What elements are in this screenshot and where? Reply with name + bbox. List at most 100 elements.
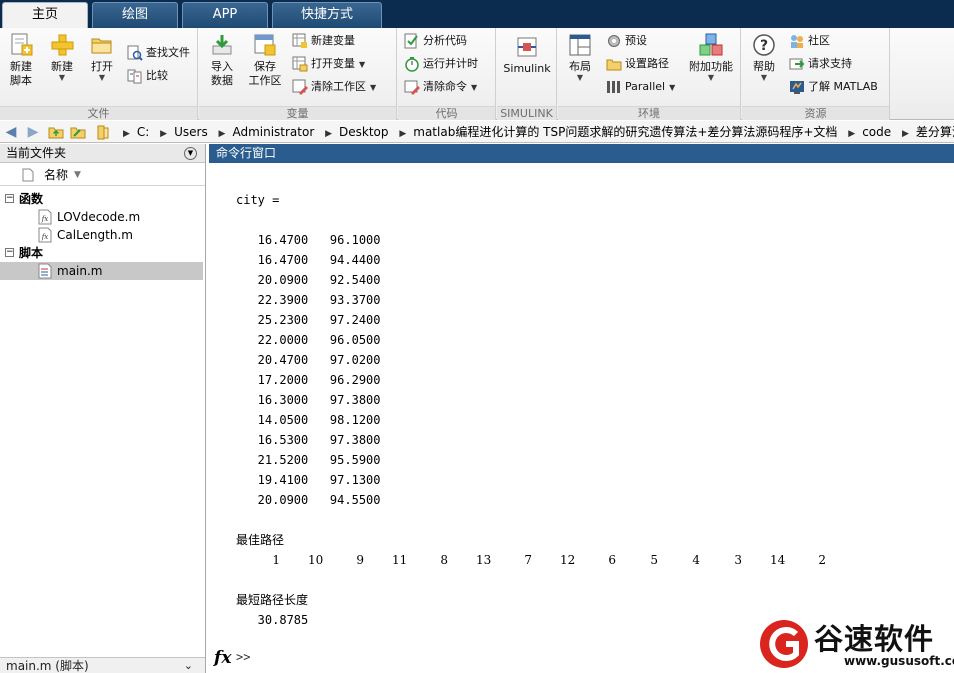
function-browser-icon[interactable]: fx bbox=[214, 648, 231, 668]
addons-label: 附加功能 bbox=[689, 60, 733, 73]
addons-button[interactable]: 附加功能 ▼ bbox=[685, 32, 737, 82]
details-bar[interactable]: main.m (脚本) ⌄ bbox=[0, 657, 205, 673]
chevron-down-icon: ▼ bbox=[359, 60, 366, 69]
name-column-header[interactable]: 名称 ▼ bbox=[0, 164, 205, 186]
environment-group-label: 环境 bbox=[558, 106, 740, 120]
import-label-1: 导入 bbox=[211, 60, 233, 73]
clear-commands-label: 清除命令 bbox=[423, 80, 467, 93]
collapse-icon[interactable]: − bbox=[5, 248, 14, 257]
output-matrix-row: 20.0900 94.5500 bbox=[236, 493, 381, 507]
new-button[interactable]: 新建 ▼ bbox=[44, 32, 80, 82]
stopwatch-icon bbox=[405, 57, 419, 72]
breadcrumb-separator: ▶ bbox=[399, 129, 407, 139]
clear-commands-icon bbox=[404, 80, 420, 95]
route-node: 3 bbox=[734, 553, 742, 567]
breadcrumb-item[interactable]: Users bbox=[174, 125, 208, 139]
folder-open-icon bbox=[91, 38, 112, 54]
tab-plots[interactable]: 绘图 bbox=[92, 2, 178, 28]
layout-icon bbox=[569, 34, 591, 56]
open-button[interactable]: 打开 ▼ bbox=[84, 32, 120, 82]
folder-path-icon bbox=[606, 59, 622, 71]
route-node: 9 bbox=[356, 553, 364, 567]
output-best-route: 1 10 9 11 8 13 7 12 6 5 4 3 14 2 bbox=[236, 550, 826, 570]
parallel-button[interactable]: Parallel ▼ bbox=[606, 77, 675, 97]
output-matrix-row: 21.5200 95.5900 bbox=[236, 453, 381, 467]
simulink-icon bbox=[517, 37, 537, 57]
tab-shortcuts[interactable]: 快捷方式 bbox=[272, 2, 382, 28]
up-folder-icon[interactable] bbox=[48, 124, 64, 140]
preferences-button[interactable]: 预设 bbox=[606, 31, 647, 51]
learn-matlab-label: 了解 MATLAB bbox=[808, 80, 878, 93]
file-name: CalLength.m bbox=[57, 228, 133, 242]
current-folder-title: 当前文件夹 bbox=[6, 146, 67, 160]
prompt-symbol: >> bbox=[236, 650, 251, 664]
current-folder-panel: 当前文件夹 ▼ 名称 ▼ − 函数 fx LOVdecode.m fx CalL… bbox=[0, 144, 206, 673]
chevron-down-icon[interactable]: ⌄ bbox=[184, 658, 193, 673]
save-workspace-icon bbox=[254, 34, 276, 56]
output-shortest-value: 30.8785 bbox=[236, 613, 309, 627]
breadcrumb-item[interactable]: 差分算法 bbox=[916, 125, 954, 139]
plus-icon bbox=[51, 34, 74, 56]
file-item[interactable]: fx CalLength.m bbox=[0, 226, 203, 244]
new-script-label-1: 新建 bbox=[10, 60, 32, 73]
output-matrix-row: 19.4100 97.1300 bbox=[236, 473, 381, 487]
clear-commands-button[interactable]: 清除命令 ▼ bbox=[404, 77, 477, 97]
find-files-label: 查找文件 bbox=[146, 46, 190, 59]
new-label: 新建 bbox=[51, 60, 73, 73]
forward-arrow-icon[interactable]: ▶ bbox=[25, 124, 41, 140]
clear-workspace-button[interactable]: 清除工作区 ▼ bbox=[292, 77, 376, 97]
file-item-selected[interactable]: main.m bbox=[0, 262, 203, 280]
browse-folder-icon[interactable] bbox=[70, 124, 86, 140]
ribbon: 新建 脚本 新建 ▼ 打开 ▼ 查找文件 比较 文件 导入 数据 保存 工作区 … bbox=[0, 28, 954, 120]
m-file-icon: fx bbox=[38, 209, 52, 225]
set-path-button[interactable]: 设置路径 bbox=[606, 54, 669, 74]
analyze-code-button[interactable]: 分析代码 bbox=[404, 31, 467, 51]
tree-section-functions[interactable]: − 函数 bbox=[0, 190, 203, 208]
output-matrix-row: 16.5300 97.3800 bbox=[236, 433, 381, 447]
variable-group: 导入 数据 保存 工作区 新建变量 打开变量 ▼ 清除工作区 ▼ 变量 bbox=[199, 28, 397, 120]
open-variable-button[interactable]: 打开变量 ▼ bbox=[292, 54, 365, 74]
new-variable-button[interactable]: 新建变量 bbox=[292, 31, 355, 51]
name-column-label: 名称 bbox=[44, 168, 69, 182]
new-script-button[interactable]: 新建 脚本 bbox=[3, 32, 39, 88]
new-script-icon bbox=[11, 33, 33, 56]
panel-menu-icon[interactable]: ▼ bbox=[184, 147, 197, 160]
route-node: 11 bbox=[392, 553, 408, 567]
request-support-label: 请求支持 bbox=[808, 57, 852, 70]
output-matrix-row: 16.4700 94.4400 bbox=[236, 253, 381, 267]
breadcrumb-item[interactable]: matlab编程进化计算的 TSP问题求解的研究遗传算法+差分算法源码程序+文档 bbox=[413, 125, 837, 139]
breadcrumb-separator: ▶ bbox=[123, 129, 130, 139]
layout-button[interactable]: 布局 ▼ bbox=[562, 32, 598, 82]
community-button[interactable]: 社区 bbox=[789, 31, 830, 51]
output-matrix-row: 14.0500 98.1200 bbox=[236, 413, 381, 427]
help-button[interactable]: ? 帮助 ▼ bbox=[746, 32, 782, 82]
import-data-icon bbox=[212, 35, 232, 55]
route-node: 5 bbox=[650, 553, 658, 567]
command-window[interactable]: 命令行窗口 city = 16.4700 96.1000 16.4700 94.… bbox=[209, 144, 954, 673]
route-node: 1 bbox=[272, 553, 280, 567]
find-files-button[interactable]: 查找文件 bbox=[127, 43, 190, 63]
breadcrumb-item[interactable]: code bbox=[862, 125, 891, 139]
breadcrumb-item[interactable]: Administrator bbox=[232, 125, 314, 139]
file-item[interactable]: fx LOVdecode.m bbox=[0, 208, 203, 226]
tab-home[interactable]: 主页 bbox=[2, 2, 88, 29]
gusu-logo-icon bbox=[760, 620, 808, 668]
request-support-button[interactable]: 请求支持 bbox=[789, 54, 852, 74]
save-workspace-button[interactable]: 保存 工作区 bbox=[245, 32, 285, 88]
import-data-button[interactable]: 导入 数据 bbox=[204, 32, 240, 88]
parallel-label: Parallel bbox=[625, 80, 666, 93]
back-arrow-icon[interactable]: ◀ bbox=[3, 124, 19, 140]
learn-matlab-button[interactable]: 了解 MATLAB bbox=[789, 77, 878, 97]
output-matrix-row: 16.4700 96.1000 bbox=[236, 233, 381, 247]
tab-apps[interactable]: APP bbox=[182, 2, 268, 28]
simulink-button[interactable]: Simulink bbox=[501, 34, 553, 76]
breadcrumb-item[interactable]: Desktop bbox=[339, 125, 389, 139]
code-group: 分析代码 运行并计时 清除命令 ▼ 代码 bbox=[398, 28, 496, 120]
tree-section-scripts[interactable]: − 脚本 bbox=[0, 244, 203, 262]
file-column-icon bbox=[22, 168, 34, 182]
breadcrumb-separator: ▶ bbox=[901, 129, 909, 139]
breadcrumb-item[interactable]: C: bbox=[137, 125, 149, 139]
run-and-time-button[interactable]: 运行并计时 bbox=[404, 54, 478, 74]
compare-button[interactable]: 比较 bbox=[127, 66, 168, 86]
collapse-icon[interactable]: − bbox=[5, 194, 14, 203]
